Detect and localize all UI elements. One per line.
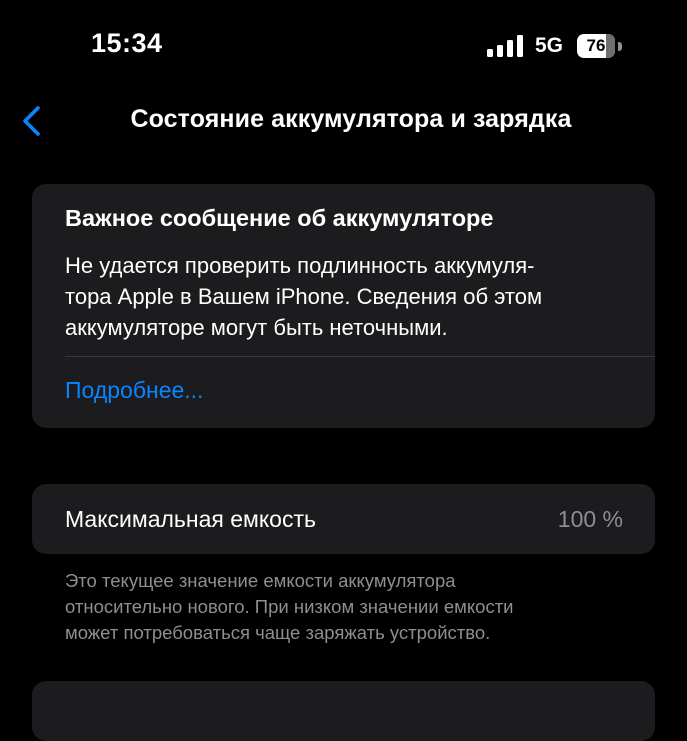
maximum-capacity-label: Максимальная емкость [65, 506, 316, 532]
maximum-capacity-row: Максимальная емкость 100 % [32, 484, 655, 554]
maximum-capacity-value: 100 % [557, 506, 623, 532]
footnote-line: Это текущее значение емкости аккумулятор… [65, 570, 456, 591]
divider [65, 356, 655, 357]
battery-icon: 76 [577, 34, 615, 58]
capacity-footnote: Это текущее значение емкости аккумулятор… [65, 568, 625, 646]
footnote-line: может потребоваться чаще заряжать устрой… [65, 622, 491, 643]
footnote-line: относительно нового. При низком значении… [65, 596, 514, 617]
battery-empty-segment [606, 34, 615, 58]
alert-message-line: Не удается проверить подлинность аккумул… [65, 253, 535, 278]
battery-percentage: 76 [586, 36, 606, 55]
next-section-card [32, 681, 655, 741]
alert-message-line: аккумуляторе могут быть неточными. [65, 315, 448, 340]
page-title: Состояние аккумулятора и зарядка [130, 105, 572, 133]
battery-terminal [618, 42, 622, 51]
back-button[interactable] [16, 103, 52, 139]
chevron-left-icon [23, 106, 40, 136]
status-time: 15:34 [91, 28, 163, 58]
status-bar: 15:34 5G 76 [0, 0, 687, 92]
alert-message-line: тора Apple в Вашем iPhone. Сведения об э… [65, 284, 543, 309]
alert-title: Важное сообщение об аккумуляторе [65, 205, 494, 231]
alert-message: Не удается проверить подлинность аккумул… [65, 250, 625, 343]
learn-more-link[interactable]: Подробнее... [65, 377, 203, 404]
cellular-signal-icon [487, 35, 523, 57]
battery-alert-card: Важное сообщение об аккумуляторе Не удае… [32, 184, 655, 428]
network-type: 5G [535, 34, 564, 57]
